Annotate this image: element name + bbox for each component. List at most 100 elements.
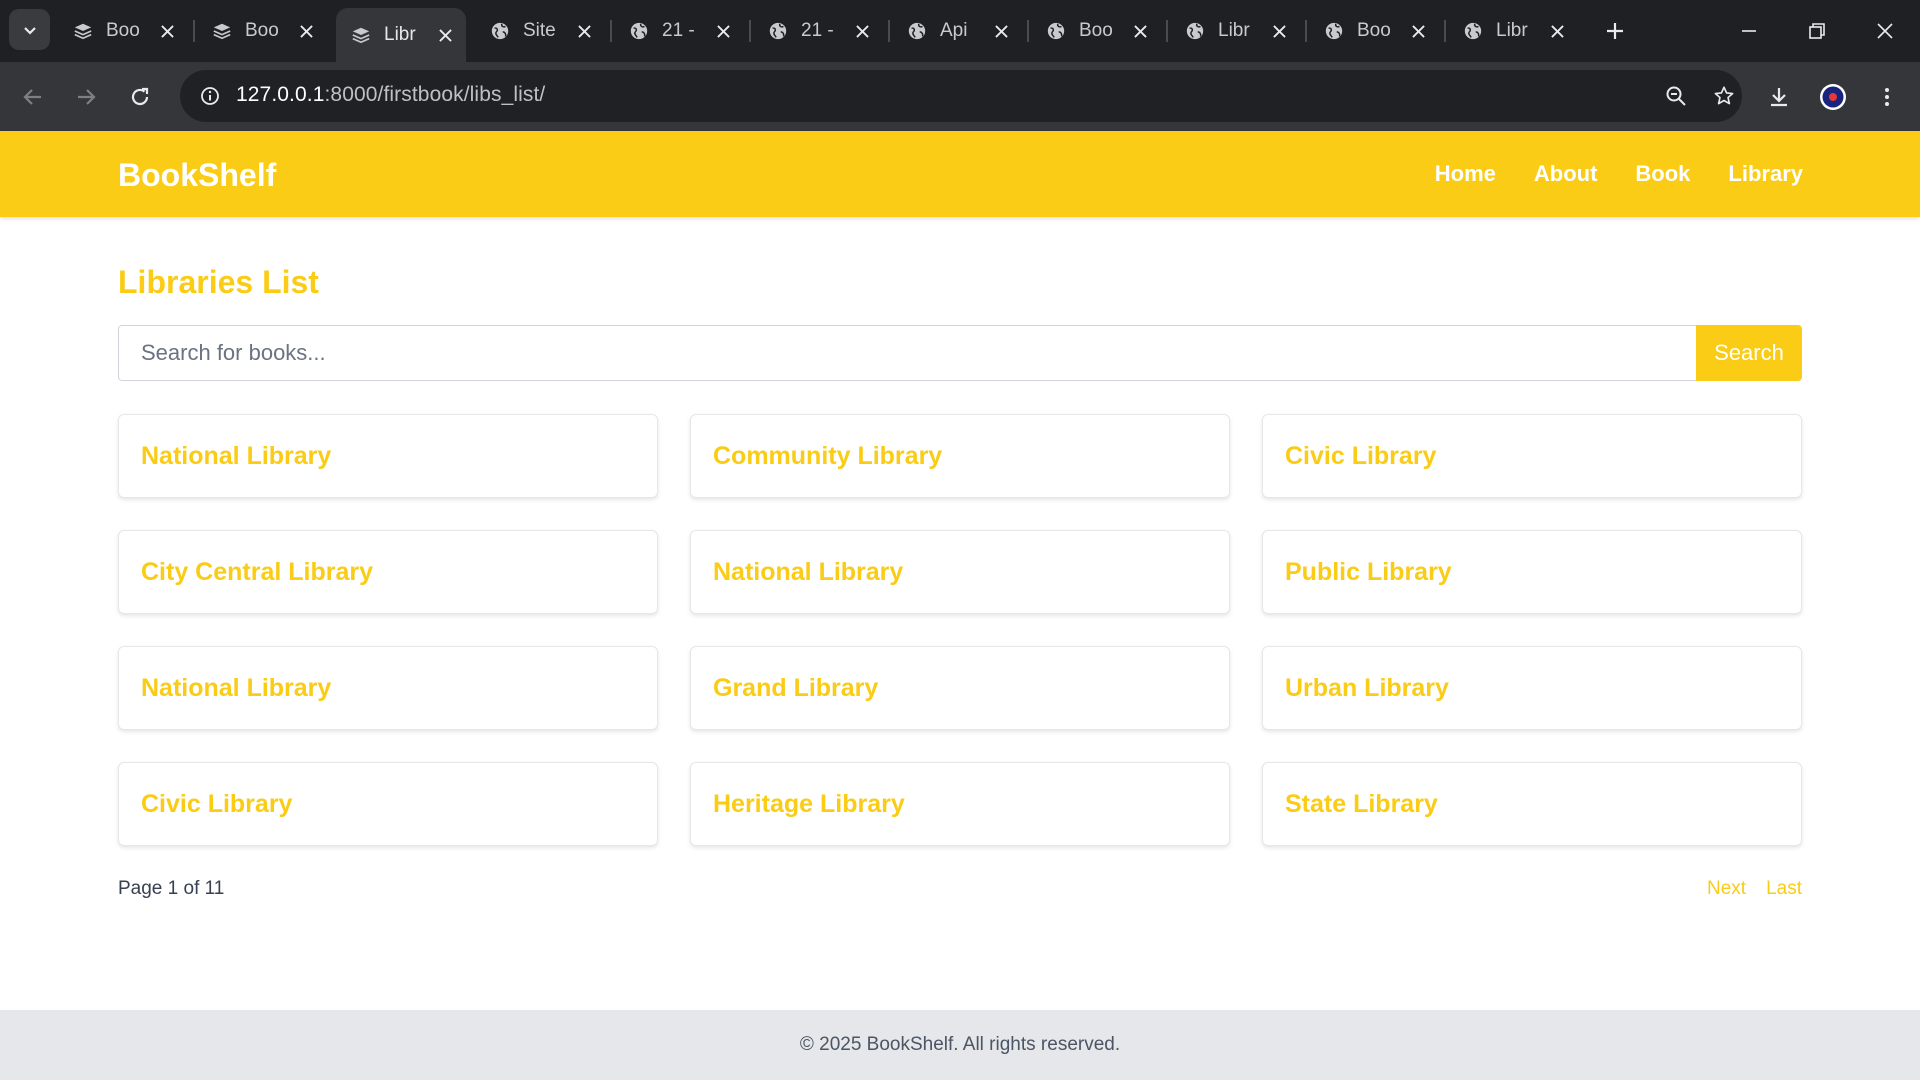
library-card[interactable]: National Library: [118, 646, 658, 730]
library-card[interactable]: State Library: [1262, 762, 1802, 846]
nav-home-link[interactable]: Home: [1435, 161, 1496, 187]
site-footer: © 2025 BookShelf. All rights reserved.: [0, 1010, 1920, 1080]
library-card-title[interactable]: Urban Library: [1285, 674, 1449, 703]
library-card-title[interactable]: National Library: [141, 442, 331, 471]
site-navbar: BookShelf Home About Book Library: [0, 131, 1920, 217]
tab-close-icon[interactable]: [990, 20, 1012, 42]
reload-icon: [131, 87, 149, 106]
minimize-icon: [1742, 30, 1756, 32]
globe-icon: [1045, 20, 1067, 42]
tab-close-icon[interactable]: [1546, 20, 1568, 42]
tab-close-icon[interactable]: [712, 20, 734, 42]
globe-icon: [906, 20, 928, 42]
tab-close-icon[interactable]: [1129, 20, 1151, 42]
library-card-title[interactable]: National Library: [713, 558, 903, 587]
library-card[interactable]: Civic Library: [1262, 414, 1802, 498]
globe-icon: [1184, 20, 1206, 42]
library-card[interactable]: National Library: [118, 414, 658, 498]
url-path: :8000/firstbook/libs_list/: [324, 83, 546, 106]
zoom-button[interactable]: [1658, 78, 1694, 114]
tab[interactable]: Libr: [1448, 8, 1578, 54]
library-card-title[interactable]: National Library: [141, 674, 331, 703]
tab-close-icon[interactable]: [1407, 20, 1429, 42]
tab-close-icon[interactable]: [434, 24, 456, 46]
download-icon: [1771, 88, 1787, 107]
tab-search-button[interactable]: [9, 9, 50, 50]
chevron-down-icon: [23, 26, 36, 35]
tab[interactable]: Boo: [197, 8, 327, 54]
library-card[interactable]: Heritage Library: [690, 762, 1230, 846]
search-input[interactable]: [118, 325, 1696, 381]
menu-button[interactable]: [1868, 78, 1906, 116]
library-card[interactable]: City Central Library: [118, 530, 658, 614]
library-card-title[interactable]: State Library: [1285, 790, 1438, 819]
library-card-title[interactable]: Grand Library: [713, 674, 878, 703]
site-brand[interactable]: BookShelf: [118, 157, 276, 194]
tab-title: Boo: [106, 20, 140, 41]
stack-icon: [350, 24, 372, 46]
site-info-button[interactable]: [192, 78, 228, 114]
tab-close-icon[interactable]: [295, 20, 317, 42]
tab[interactable]: Api: [892, 8, 1022, 54]
search-button[interactable]: Search: [1696, 325, 1802, 381]
library-card-title[interactable]: Civic Library: [1285, 442, 1436, 471]
close-icon: [1877, 23, 1893, 39]
library-card[interactable]: Public Library: [1262, 530, 1802, 614]
tab-title: Site: [523, 20, 556, 41]
profile-button[interactable]: [1814, 78, 1852, 116]
tab-title: Libr: [384, 24, 416, 45]
library-card-title[interactable]: Community Library: [713, 442, 942, 471]
library-card[interactable]: Grand Library: [690, 646, 1230, 730]
tab-close-icon[interactable]: [573, 20, 595, 42]
tab-title: Boo: [1079, 20, 1113, 41]
tab-separator: [749, 20, 751, 42]
library-card[interactable]: Civic Library: [118, 762, 658, 846]
tab-separator: [1166, 20, 1168, 42]
library-card[interactable]: National Library: [690, 530, 1230, 614]
tab[interactable]: Boo: [1031, 8, 1161, 54]
avatar-icon: [1820, 84, 1846, 110]
tab-active[interactable]: Libr: [336, 8, 466, 62]
reload-button[interactable]: [121, 78, 159, 116]
tab-separator: [1305, 20, 1307, 42]
tab-close-icon[interactable]: [851, 20, 873, 42]
tab[interactable]: 21 -: [753, 8, 883, 54]
library-card-title[interactable]: Public Library: [1285, 558, 1452, 587]
back-button[interactable]: [14, 78, 52, 116]
library-card-title[interactable]: Civic Library: [141, 790, 292, 819]
tab[interactable]: Boo: [58, 8, 188, 54]
tab[interactable]: Boo: [1309, 8, 1439, 54]
tab-close-icon[interactable]: [1268, 20, 1290, 42]
restore-button[interactable]: [1782, 0, 1852, 62]
tab-separator: [1444, 20, 1446, 42]
address-bar[interactable]: 127.0.0.1:8000/firstbook/libs_list/: [180, 70, 1742, 122]
tab[interactable]: Site: [475, 8, 605, 54]
url-text: 127.0.0.1:8000/firstbook/libs_list/: [236, 83, 545, 107]
pagination: Next Last: [1707, 878, 1802, 900]
forward-button[interactable]: [67, 78, 105, 116]
tab[interactable]: 21 -: [614, 8, 744, 54]
last-page-link[interactable]: Last: [1766, 878, 1802, 900]
bookmark-button[interactable]: [1706, 78, 1742, 114]
tab-close-icon[interactable]: [156, 20, 178, 42]
library-card[interactable]: Urban Library: [1262, 646, 1802, 730]
next-page-link[interactable]: Next: [1707, 878, 1746, 900]
nav-book-link[interactable]: Book: [1635, 161, 1690, 187]
arrow-left-icon: [23, 89, 41, 105]
tab-separator: [1027, 20, 1029, 42]
close-window-button[interactable]: [1850, 0, 1920, 62]
downloads-button[interactable]: [1760, 78, 1798, 116]
tab-title: Boo: [245, 20, 279, 41]
tab-separator: [888, 20, 890, 42]
new-tab-button[interactable]: [1598, 14, 1632, 48]
library-card-title[interactable]: Heritage Library: [713, 790, 905, 819]
nav-library-link[interactable]: Library: [1728, 161, 1803, 187]
tab[interactable]: Libr: [1170, 8, 1300, 54]
nav-about-link[interactable]: About: [1534, 161, 1598, 187]
library-card-title[interactable]: City Central Library: [141, 558, 373, 587]
library-card[interactable]: Community Library: [690, 414, 1230, 498]
library-grid: National Library Community Library Civic…: [118, 414, 1802, 846]
minimize-button[interactable]: [1714, 0, 1784, 62]
browser-tab-bar: Boo Boo Libr Site 21 - 21 - Api Boo Libr Boo Libr: [0, 0, 1920, 62]
search-form: Search: [118, 325, 1802, 381]
